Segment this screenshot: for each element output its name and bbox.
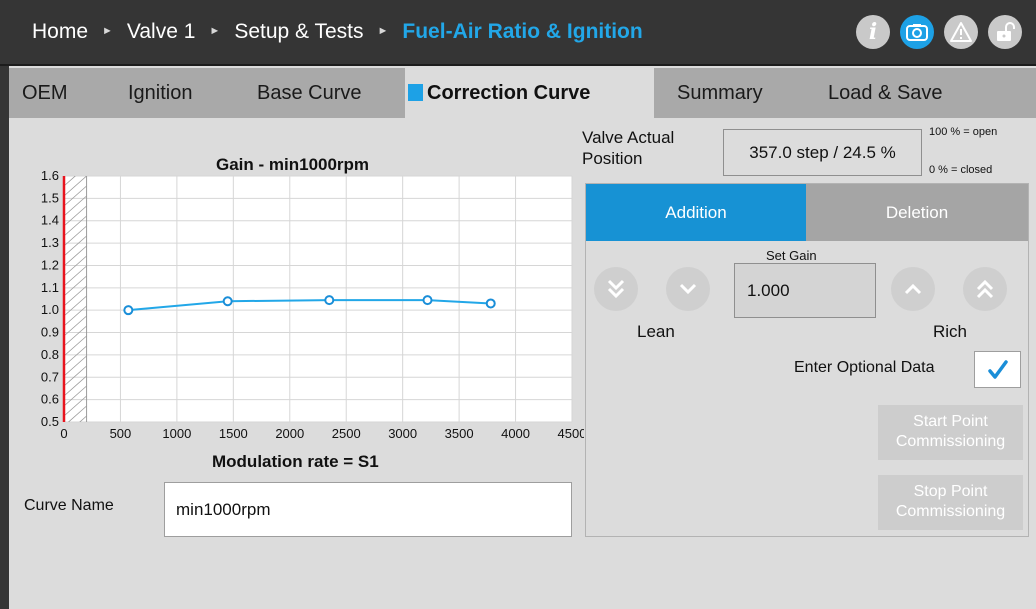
y-tick-label: 1.1 <box>41 280 59 295</box>
data-point <box>422 295 433 306</box>
x-tick-label: 2500 <box>332 426 361 441</box>
x-tick-label: 1500 <box>219 426 248 441</box>
rich-label: Rich <box>933 322 968 341</box>
stop-point-commissioning-button[interactable]: Stop Point Commissioning <box>878 475 1023 530</box>
breadcrumb-separator-icon: ► <box>209 25 221 37</box>
data-point <box>485 298 496 309</box>
valve-closed-note: 0 % = closed <box>929 164 993 176</box>
camera-icon[interactable] <box>900 15 934 49</box>
x-tick-label: 0 <box>60 426 67 441</box>
optional-data-label: Enter Optional Data <box>794 359 935 376</box>
breadcrumb-separator-icon: ► <box>102 25 113 37</box>
y-tick-label: 0.9 <box>41 325 59 340</box>
lean-fast-button[interactable] <box>594 267 638 311</box>
curve-name-label: Curve Name <box>24 497 114 514</box>
hatch-line <box>64 176 65 177</box>
x-tick-label: 4000 <box>501 426 530 441</box>
warning-icon[interactable] <box>944 15 978 49</box>
left-frame <box>0 66 9 609</box>
tab-addition[interactable]: Addition <box>586 184 806 241</box>
lean-label: Lean <box>637 322 675 341</box>
curve-name-input[interactable] <box>164 482 572 537</box>
active-tab-marker <box>408 84 423 101</box>
rich-fast-button[interactable] <box>963 267 1007 311</box>
tab-load-save[interactable]: Load & Save <box>828 68 943 118</box>
data-point <box>222 296 233 307</box>
rich-button[interactable] <box>891 267 935 311</box>
y-tick-label: 0.6 <box>41 392 59 407</box>
unlock-icon[interactable] <box>988 15 1022 49</box>
valve-position-value: 357.0 step / 24.5 % <box>723 129 922 176</box>
y-tick-label: 0.5 <box>41 414 59 429</box>
y-tick-label: 1.2 <box>41 257 59 272</box>
breadcrumb-home[interactable]: Home <box>32 20 88 44</box>
breadcrumb-separator-icon: ► <box>377 25 389 37</box>
breadcrumb-current: Fuel-Air Ratio & Ignition <box>402 20 643 43</box>
data-point <box>324 295 335 306</box>
checkmark-icon <box>987 359 1008 379</box>
x-tick-label: 3000 <box>388 426 417 441</box>
valve-position-label: Valve Actual Position <box>582 128 675 168</box>
valve-open-note: 100 % = open <box>929 126 998 138</box>
chart-x-axis-label: Modulation rate = S1 <box>212 452 379 471</box>
y-tick-label: 1.5 <box>41 190 59 205</box>
y-tick-label: 1.0 <box>41 302 59 317</box>
tab-ignition[interactable]: Ignition <box>128 68 193 118</box>
tab-oem[interactable]: OEM <box>22 68 68 118</box>
tab-base-curve[interactable]: Base Curve <box>257 68 362 118</box>
start-point-commissioning-button[interactable]: Start Point Commissioning <box>878 405 1023 460</box>
set-gain-input[interactable] <box>734 263 876 318</box>
tab-bar: OEM Ignition Base Curve Correction Curve… <box>9 68 1036 118</box>
data-point <box>123 305 134 316</box>
plot-area <box>64 176 572 422</box>
gain-chart: 0.5 0.6 0.7 0.8 0.9 1.0 1.1 1.2 1.3 1.4 1.5 1.6 0 500… <box>41 168 584 441</box>
x-tick-label: 500 <box>110 426 132 441</box>
tab-correction-curve[interactable]: Correction Curve <box>405 68 654 118</box>
header-bar: Home ► Valve 1 ► Setup & Tests ► Fuel-Ai… <box>0 0 1036 66</box>
breadcrumb-setup-tests[interactable]: Setup & Tests <box>234 20 363 44</box>
info-icon[interactable]: i <box>856 15 890 49</box>
lean-button[interactable] <box>666 267 710 311</box>
x-tick-label: 2000 <box>275 426 304 441</box>
chevron-up-icon <box>904 283 922 295</box>
breadcrumb: Home ► Valve 1 ► Setup & Tests ► Fuel-Ai… <box>32 20 643 44</box>
double-chevron-down-icon <box>607 279 625 299</box>
y-tick-label: 0.8 <box>41 347 59 362</box>
y-tick-label: 0.7 <box>41 369 59 384</box>
tab-correction-curve-label: Correction Curve <box>427 82 591 104</box>
y-tick-label: 1.6 <box>41 168 59 183</box>
x-tick-label: 4500 <box>558 426 584 441</box>
tab-deletion[interactable]: Deletion <box>806 184 1028 241</box>
y-tick-label: 1.4 <box>41 213 59 228</box>
optional-data-checkbox[interactable] <box>974 351 1021 388</box>
y-tick-label: 1.3 <box>41 235 59 250</box>
tab-summary[interactable]: Summary <box>677 68 763 118</box>
x-tick-label: 3500 <box>445 426 474 441</box>
x-tick-label: 1000 <box>162 426 191 441</box>
double-chevron-up-icon <box>976 279 994 299</box>
set-gain-label: Set Gain <box>766 248 817 263</box>
breadcrumb-valve[interactable]: Valve 1 <box>127 20 196 44</box>
chevron-down-icon <box>679 283 697 295</box>
